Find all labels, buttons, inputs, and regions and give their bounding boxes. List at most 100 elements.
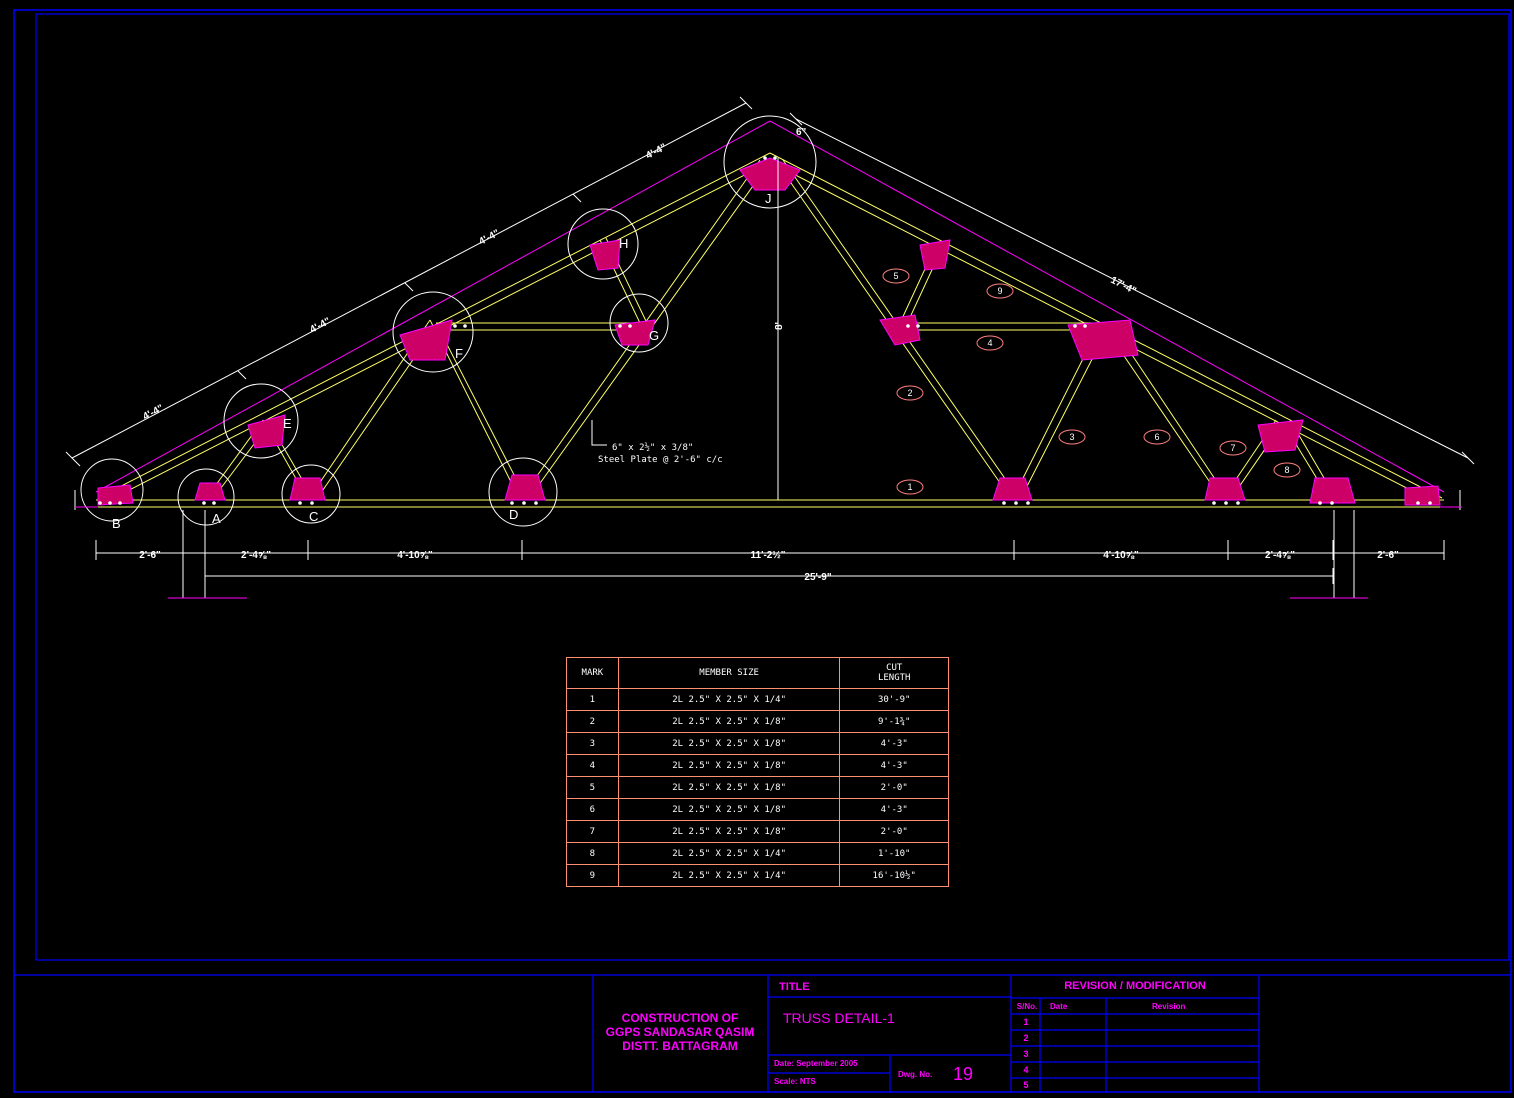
schedule-cut: 9'-1¾"	[839, 710, 949, 733]
bottom-dim-2: 2'-4⅝"	[241, 550, 271, 561]
joint-label-b: B	[112, 516, 121, 531]
joint-label-h: H	[619, 236, 628, 251]
bottom-dim-5: 4'-10⅝"	[1103, 550, 1139, 561]
rev-row-1: 1	[1023, 1017, 1029, 1027]
member-mark-1: 1	[907, 482, 912, 492]
rev-col-sno: S/No.	[1016, 1002, 1038, 1011]
scale-field: Scale: NTS	[774, 1077, 816, 1086]
joint-label-c: C	[309, 509, 318, 524]
schedule-row: 5 2L 2.5" X 2.5" X 1/8" 2'-0"	[566, 776, 949, 799]
joint-label-j: J	[765, 191, 772, 206]
date-label: Date:	[774, 1059, 795, 1068]
schedule-mark: 8	[566, 842, 619, 865]
schedule-row: 2 2L 2.5" X 2.5" X 1/8" 9'-1¾"	[566, 710, 949, 733]
revision-header: REVISION / MODIFICATION	[1064, 980, 1206, 992]
supports	[74, 490, 1461, 598]
schedule-cut: 30'-9"	[839, 688, 949, 711]
apex-offset-dim: 6"	[796, 127, 807, 138]
member-mark-5: 5	[893, 271, 898, 281]
rev-col-revision: Revision	[1152, 1002, 1186, 1011]
project-line-3: DISTT. BATTAGRAM	[622, 1039, 738, 1053]
schedule-mark: 3	[566, 732, 619, 755]
rev-row-2: 2	[1023, 1033, 1029, 1043]
schedule-cut: 2'-0"	[839, 820, 949, 843]
rev-row-3: 3	[1023, 1049, 1029, 1059]
member-mark-9: 9	[997, 286, 1002, 296]
slope-dim-3: 4'-4"	[477, 228, 501, 248]
member-mark-ellipses	[882, 268, 1301, 495]
truss-members	[96, 152, 1444, 508]
joint-label-a: A	[212, 511, 221, 526]
member-mark-7: 7	[1230, 443, 1235, 453]
schedule-row: 1 2L 2.5" X 2.5" X 1/4" 30'-9"	[566, 688, 949, 711]
bottom-dim-3: 4'-10⅝"	[397, 550, 433, 561]
schedule-row: 4 2L 2.5" X 2.5" X 1/8" 4'-3"	[566, 754, 949, 777]
bottom-dimension-lines	[95, 540, 1445, 584]
rev-row-5: 5	[1023, 1080, 1029, 1090]
drawing-sheet: B A E C F D H G J 1 2 3 4 5 6 7 8 9 4'-4…	[13, 9, 1512, 1093]
member-mark-6: 6	[1154, 432, 1159, 442]
project-name-block: CONSTRUCTION OF GGPS SANDASAR QASIM DIST…	[600, 1011, 760, 1053]
date-field: Date: September 2005	[774, 1059, 858, 1068]
schedule-row: 9 2L 2.5" X 2.5" X 1/4" 16'-10½"	[566, 864, 949, 887]
schedule-member: 2L 2.5" X 2.5" X 1/4"	[617, 842, 841, 865]
bottom-dim-1: 2'-6"	[139, 550, 161, 561]
schedule-member: 2L 2.5" X 2.5" X 1/8"	[617, 798, 841, 821]
schedule-mark: 6	[566, 798, 619, 821]
schedule-cut: 4'-3"	[839, 798, 949, 821]
slope-dim-4: 4'-4"	[644, 142, 668, 162]
schedule-member: 2L 2.5" X 2.5" X 1/4"	[617, 864, 841, 887]
schedule-member: 2L 2.5" X 2.5" X 1/8"	[617, 710, 841, 733]
project-line-2: GGPS SANDASAR QASIM	[605, 1025, 755, 1039]
plate-note: 6" x 2½" x 3/8" Steel Plate @ 2'-6" c/c	[591, 420, 723, 465]
schedule-cut: 1'-10"	[839, 842, 949, 865]
bottom-dim-6: 2'-4⅝"	[1265, 550, 1295, 561]
member-schedule-table: MARK MEMBER SIZE CUT LENGTH 1 2L 2.5" X 2…	[566, 657, 949, 887]
slope-dim-1: 4'-4"	[141, 403, 165, 423]
joint-label-f: F	[455, 346, 463, 361]
joint-label-g: G	[649, 328, 659, 343]
schedule-member: 2L 2.5" X 2.5" X 1/8"	[617, 732, 841, 755]
overall-dim: 25'-9"	[804, 572, 831, 583]
member-mark-2: 2	[907, 388, 912, 398]
schedule-mark: 7	[566, 820, 619, 843]
slope-dim-2: 4'-4"	[308, 316, 332, 336]
schedule-mark: 4	[566, 754, 619, 777]
schedule-header-cut: CUT LENGTH	[839, 657, 949, 689]
schedule-cut: 4'-3"	[839, 754, 949, 777]
schedule-row: 3 2L 2.5" X 2.5" X 1/8" 4'-3"	[566, 732, 949, 755]
scale-label: Scale:	[774, 1077, 798, 1086]
plate-note-line2: Steel Plate @ 2'-6" c/c	[598, 455, 723, 465]
schedule-header-mark: MARK	[566, 657, 619, 689]
schedule-cut: 4'-3"	[839, 732, 949, 755]
schedule-mark: 9	[566, 864, 619, 887]
dwg-no-value: 19	[953, 1064, 974, 1084]
schedule-row: 8 2L 2.5" X 2.5" X 1/4" 1'-10"	[566, 842, 949, 865]
schedule-header-member: MEMBER SIZE	[617, 657, 841, 689]
rev-row-4: 4	[1023, 1065, 1029, 1075]
slope-dim-right: 17'-4"	[1109, 275, 1138, 297]
gusset-plates	[97, 157, 1441, 506]
slope-dimension-texts: 4'-4" 4'-4" 4'-4" 4'-4" 17'-4" 6" 8'	[141, 127, 1138, 423]
schedule-cut: 2'-0"	[839, 776, 949, 799]
schedule-header-row: MARK MEMBER SIZE CUT LENGTH	[566, 657, 949, 689]
schedule-cut: 16'-10½"	[839, 864, 949, 887]
member-mark-4: 4	[987, 338, 992, 348]
schedule-member: 2L 2.5" X 2.5" X 1/8"	[617, 776, 841, 799]
schedule-row: 6 2L 2.5" X 2.5" X 1/8" 4'-3"	[566, 798, 949, 821]
plate-note-line1: 6" x 2½" x 3/8"	[612, 442, 693, 453]
title-label: TITLE	[779, 981, 810, 993]
joint-label-e: E	[283, 416, 292, 431]
member-mark-3: 3	[1069, 432, 1074, 442]
schedule-mark: 5	[566, 776, 619, 799]
scale-value: NTS	[799, 1077, 816, 1086]
schedule-row: 7 2L 2.5" X 2.5" X 1/8" 2'-0"	[566, 820, 949, 843]
date-value: September 2005	[796, 1059, 858, 1068]
drawing-title: TRUSS DETAIL-1	[783, 1010, 895, 1026]
member-mark-numbers: 1 2 3 4 5 6 7 8 9	[893, 271, 1289, 492]
bottom-dim-4: 11'-2½"	[751, 550, 786, 561]
joint-label-d: D	[509, 507, 518, 522]
member-mark-8: 8	[1284, 465, 1289, 475]
schedule-member: 2L 2.5" X 2.5" X 1/8"	[617, 820, 841, 843]
rev-col-date: Date	[1050, 1002, 1068, 1011]
